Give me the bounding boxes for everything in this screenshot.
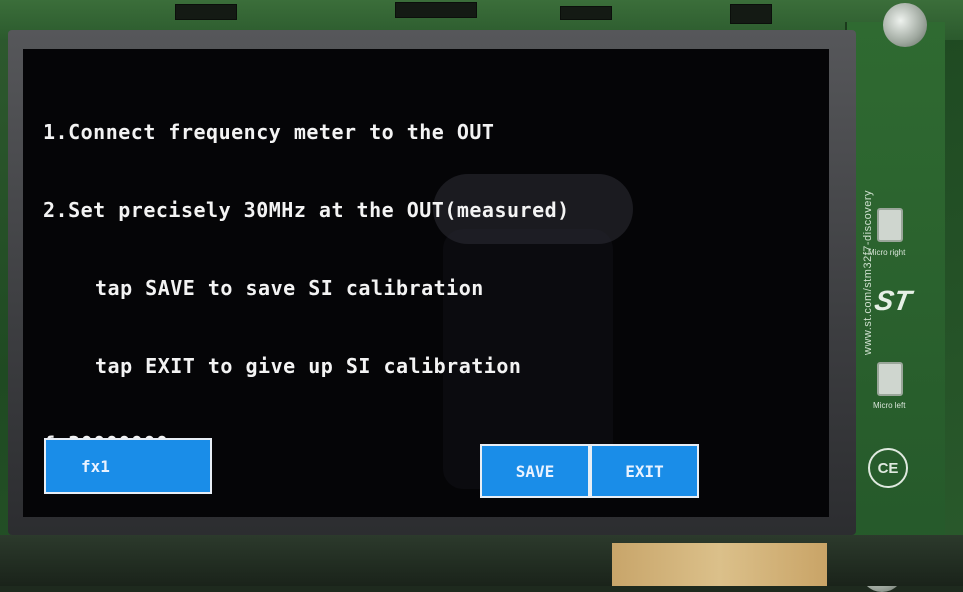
mic-left-label: Micro left bbox=[873, 401, 906, 410]
instruction-exit-line: tap EXIT to give up SI calibration bbox=[95, 354, 522, 378]
board-chip bbox=[395, 2, 477, 18]
exit-button[interactable]: EXIT bbox=[590, 444, 699, 498]
board-sticker bbox=[612, 543, 827, 586]
instruction-line-2: 2.Set precisely 30MHz at the OUT(measure… bbox=[43, 198, 570, 222]
instruction-save-line: tap SAVE to save SI calibration bbox=[95, 276, 484, 300]
board-chip bbox=[175, 4, 237, 20]
mic-right-component bbox=[877, 208, 903, 242]
ce-mark-icon: CE bbox=[868, 448, 908, 488]
board-chip bbox=[730, 4, 772, 24]
mic-right-label: Micro right bbox=[868, 248, 906, 257]
lcd-screen: 1.Connect frequency meter to the OUT 2.S… bbox=[23, 49, 829, 517]
save-button[interactable]: SAVE bbox=[480, 444, 590, 498]
mic-left-component bbox=[877, 362, 903, 396]
instruction-line-1: 1.Connect frequency meter to the OUT bbox=[43, 120, 495, 144]
board-url-text: www.st.com/stm32f7-discovery bbox=[862, 190, 874, 355]
screw-top-right bbox=[883, 3, 927, 47]
st-logo: ST bbox=[872, 285, 914, 316]
board-chip bbox=[560, 6, 612, 20]
fx1-button[interactable]: fx1 bbox=[44, 438, 212, 494]
